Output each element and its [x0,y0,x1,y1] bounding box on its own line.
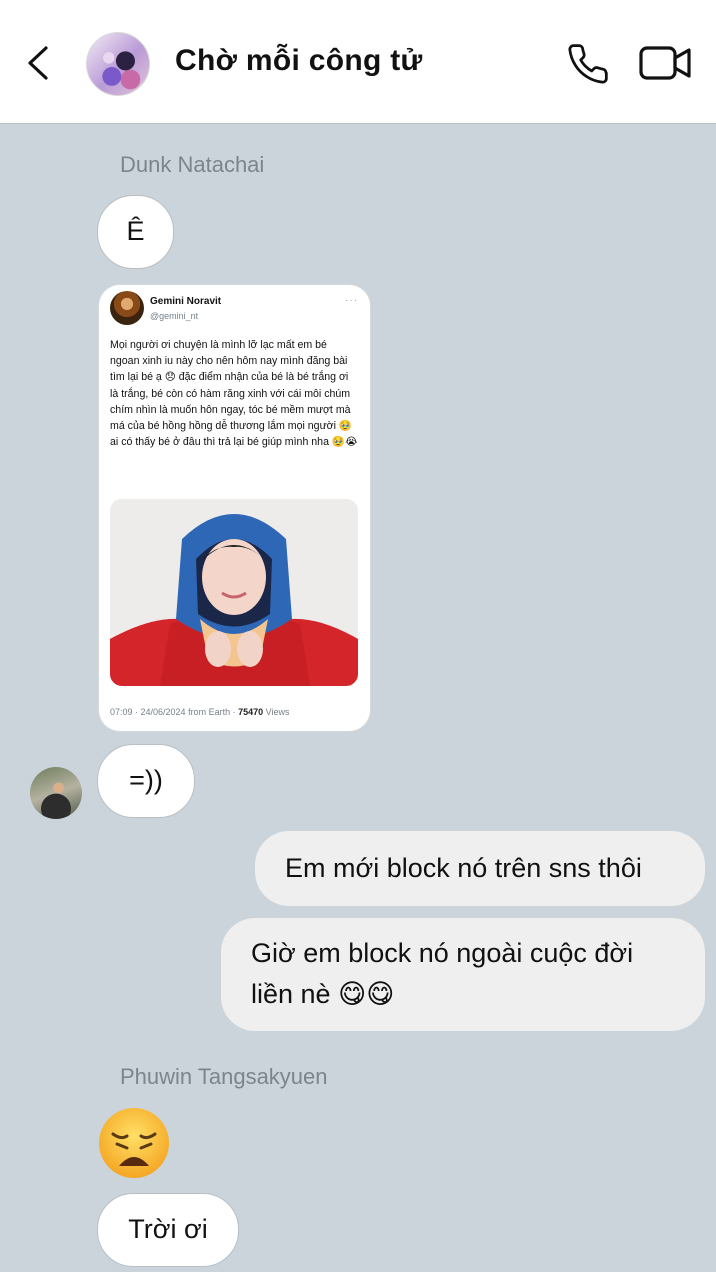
phone-icon [568,44,608,84]
chat-header: Chờ mỗi công tử [0,0,716,124]
group-avatar[interactable] [86,32,150,96]
outgoing-message-bubble[interactable]: Giờ em block nó ngoài cuộc đời liền nè 😋… [221,918,705,1031]
video-camera-icon [639,46,691,80]
back-button[interactable] [22,40,58,86]
tweet-text: Mọi người ơi chuyện là mình lỡ lạc mất e… [110,339,358,449]
tweet-meta: 07:09 · 24/06/2024 from Earth · 75470 Vi… [110,707,289,717]
tweet-author-name: Gemini Noravit [150,296,222,307]
shared-tweet-image[interactable]: Gemini Noravit @gemini_nt ··· Mọi người … [98,284,371,732]
sender-name: Phuwin Tangsakyuen [120,1064,328,1089]
tweet-photo [110,499,358,686]
tweet-view-count: 75470 [238,707,264,717]
video-call-button[interactable] [638,43,692,83]
tweet-author-avatar [110,291,144,325]
sender-name: Dunk Natachai [120,152,265,177]
person-photo [110,499,358,686]
sender-avatar[interactable] [30,767,82,819]
chevron-left-icon [28,46,48,80]
weary-face-emoji[interactable] [97,1106,171,1180]
outgoing-message-bubble[interactable]: Em mới block nó trên sns thôi [255,831,705,906]
tweet-author-handle: @gemini_nt [150,311,199,321]
message-bubble[interactable]: Trời ơi [97,1193,239,1267]
chat-title[interactable]: Chờ mỗi công tử [175,44,423,78]
tweet-timestamp: 07:09 · 24/06/2024 from Earth · [110,707,239,717]
weary-face-icon [99,1108,169,1178]
more-options-icon: ··· [345,295,358,306]
message-bubble[interactable]: =)) [97,744,195,818]
voice-call-button[interactable] [566,42,610,86]
message-bubble[interactable]: Ê [97,195,174,269]
tweet-views-label: Views [263,707,290,717]
